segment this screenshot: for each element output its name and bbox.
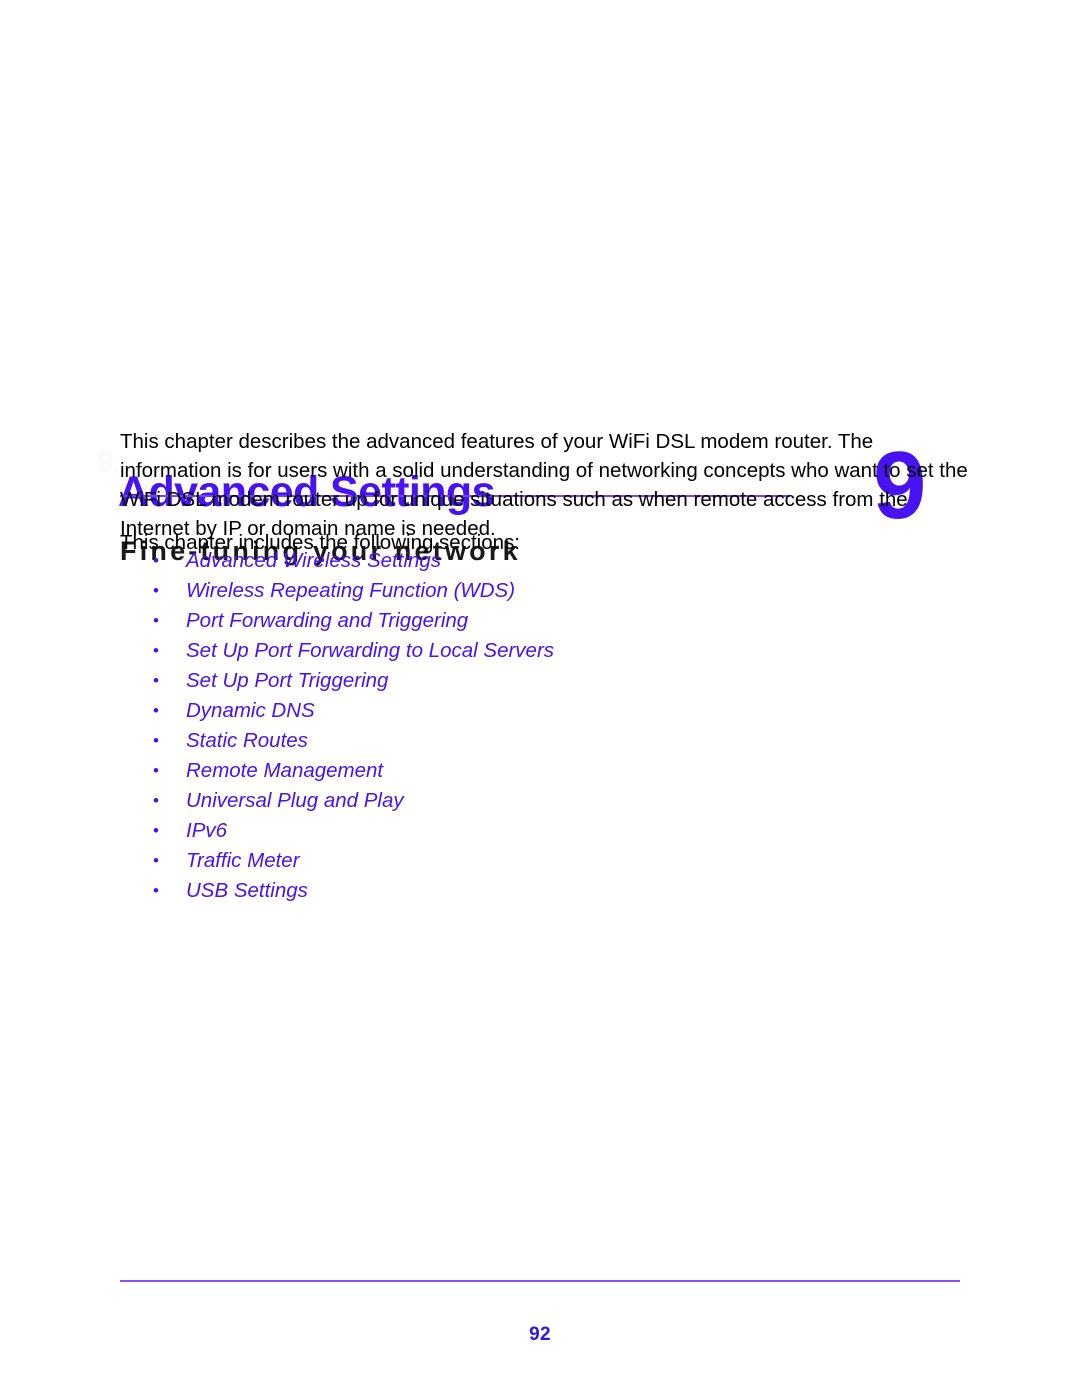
chapter-header: 9. Advanced Settings Fine-tuning your ne… [0, 212, 1080, 567]
list-item[interactable]: • Port Forwarding and Triggering [120, 606, 968, 636]
list-item[interactable]: • Wireless Repeating Function (WDS) [120, 576, 968, 606]
footer-divider [120, 1280, 960, 1282]
section-link-dynamic-dns[interactable]: Dynamic DNS [186, 699, 315, 722]
bullet-icon: • [153, 641, 159, 660]
section-link-traffic-meter[interactable]: Traffic Meter [186, 849, 300, 872]
list-item[interactable]: • IPv6 [120, 816, 968, 846]
bullet-icon: • [153, 821, 159, 840]
document-page: 9. Advanced Settings Fine-tuning your ne… [0, 0, 1080, 1397]
section-link-remote-management[interactable]: Remote Management [186, 759, 383, 782]
list-item[interactable]: • Dynamic DNS [120, 696, 968, 726]
chapter-watermark: 9. [97, 446, 121, 479]
list-item[interactable]: • Traffic Meter [120, 846, 968, 876]
section-link-usb-settings[interactable]: USB Settings [186, 879, 308, 902]
page-number: 92 [529, 1324, 551, 1345]
list-item[interactable]: • USB Settings [120, 876, 968, 906]
section-link-port-forwarding-and-triggering[interactable]: Port Forwarding and Triggering [186, 609, 468, 632]
section-link-universal-plug-and-play[interactable]: Universal Plug and Play [186, 789, 404, 812]
list-item[interactable]: • Remote Management [120, 756, 968, 786]
section-link-wireless-repeating-function-wds[interactable]: Wireless Repeating Function (WDS) [186, 579, 515, 602]
bullet-icon: • [153, 671, 159, 690]
bullet-icon: • [153, 731, 159, 750]
section-link-ipv6[interactable]: IPv6 [186, 819, 227, 842]
section-link-set-up-port-triggering[interactable]: Set Up Port Triggering [186, 669, 388, 692]
bullet-icon: • [153, 851, 159, 870]
list-item[interactable]: • Set Up Port Forwarding to Local Server… [120, 636, 968, 666]
list-item[interactable]: • Advanced Wireless Settings [120, 546, 968, 576]
bullet-icon: • [153, 611, 159, 630]
section-link-list: • Advanced Wireless Settings • Wireless … [120, 546, 968, 906]
intro-paragraph: This chapter describes the advanced feat… [120, 429, 968, 540]
list-item[interactable]: • Static Routes [120, 726, 968, 756]
list-item[interactable]: • Set Up Port Triggering [120, 666, 968, 696]
section-link-set-up-port-forwarding-to-local-servers[interactable]: Set Up Port Forwarding to Local Servers [186, 639, 554, 662]
list-item[interactable]: • Universal Plug and Play [120, 786, 968, 816]
bullet-icon: • [153, 761, 159, 780]
section-link-advanced-wireless-settings[interactable]: Advanced Wireless Settings [186, 549, 441, 572]
bullet-icon: • [153, 581, 159, 600]
section-link-static-routes[interactable]: Static Routes [186, 729, 308, 752]
bullet-icon: • [153, 881, 159, 900]
bullet-icon: • [153, 551, 159, 570]
bullet-icon: • [153, 701, 159, 720]
bullet-icon: • [153, 791, 159, 810]
